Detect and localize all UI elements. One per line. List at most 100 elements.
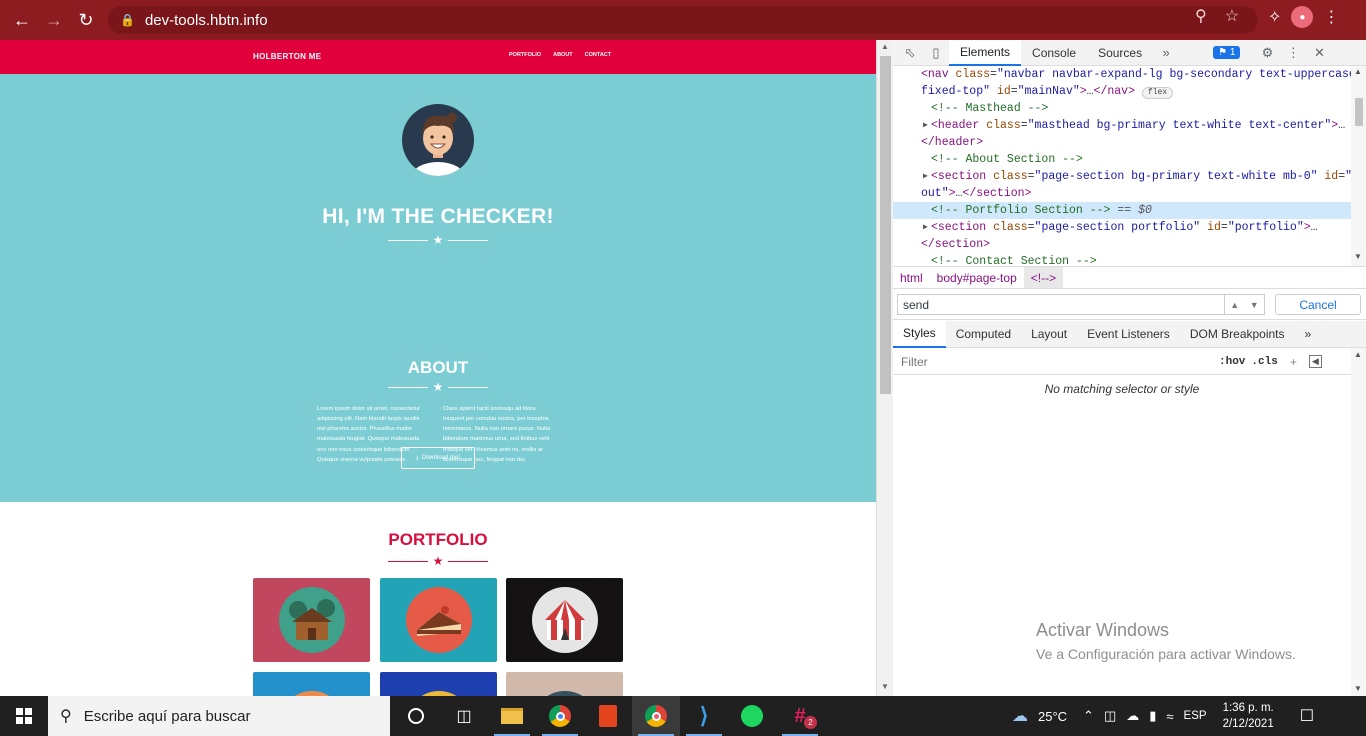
notifications-icon[interactable]: ☐ (1300, 706, 1314, 726)
address-bar[interactable]: 🔒 dev-tools.hbtn.info (108, 6, 1258, 34)
inspect-element-icon[interactable]: ⬁ (897, 40, 923, 66)
expand-triangle-icon[interactable]: ▶ (923, 117, 928, 134)
tab-layout[interactable]: Layout (1021, 321, 1077, 348)
crumb-body[interactable]: body#page-top (930, 267, 1024, 288)
device-toolbar-icon[interactable]: ▯ (923, 40, 949, 66)
cabin-icon (278, 587, 345, 653)
chevron-up-icon[interactable]: ⌃ (1083, 708, 1094, 724)
file-explorer-icon[interactable] (488, 696, 536, 736)
tab-console[interactable]: Console (1021, 40, 1087, 66)
vscode-icon[interactable]: ⟩ (680, 696, 728, 736)
menu-icon[interactable]: ⋮ (1323, 7, 1339, 27)
dom-node-line[interactable]: <!-- Portfolio Section --> == $0 (893, 202, 1366, 219)
cancel-search-button[interactable]: Cancel (1275, 294, 1361, 315)
tab-sources[interactable]: Sources (1087, 40, 1153, 66)
search-next-icon[interactable]: ▼ (1250, 300, 1259, 310)
expand-triangle-icon[interactable]: ▶ (923, 219, 928, 236)
download-button[interactable]: ⤓ Download me! (401, 447, 475, 469)
taskbar-search[interactable]: ⚲ Escribe aquí para buscar (48, 696, 390, 736)
styles-scrollbar[interactable]: ▲ ▼ (1351, 348, 1366, 696)
back-icon[interactable]: ← (6, 4, 38, 36)
crumb-html[interactable]: html (893, 267, 930, 288)
nav-link-about[interactable]: ABOUT (553, 52, 573, 58)
nav-link-portfolio[interactable]: PORTFOLIO (509, 52, 541, 58)
tab-dom-breakpoints[interactable]: DOM Breakpoints (1180, 321, 1295, 348)
extensions-icon[interactable]: ✧ (1268, 7, 1281, 27)
cortana-icon[interactable] (392, 696, 440, 736)
chrome-profile-icon[interactable] (632, 696, 680, 736)
cls-toggle[interactable]: .cls (1251, 356, 1277, 368)
chrome-icon[interactable] (536, 696, 584, 736)
dom-node-line[interactable]: ▶ <header class="masthead bg-primary text… (893, 117, 1366, 134)
reload-icon[interactable]: ↻ (70, 4, 102, 36)
nav-link-contact[interactable]: CONTACT (585, 52, 611, 58)
bookmark-star-icon[interactable]: ☆ (1225, 6, 1239, 26)
portfolio-item-game[interactable] (253, 672, 370, 696)
weather-cloud-icon[interactable]: ☁ (1012, 706, 1028, 726)
scroll-down-icon[interactable]: ▼ (881, 682, 889, 691)
close-devtools-icon[interactable]: ✕ (1306, 40, 1332, 66)
portfolio-item-cabin[interactable] (253, 578, 370, 662)
spotify-icon[interactable] (728, 696, 776, 736)
scroll-up-icon[interactable]: ▲ (1354, 350, 1362, 359)
tab-elements[interactable]: Elements (949, 39, 1022, 66)
more-style-tabs-icon[interactable]: » (1295, 321, 1322, 348)
forward-icon[interactable]: → (38, 4, 70, 36)
battery-icon[interactable]: ▮ (1149, 708, 1156, 724)
scroll-down-icon[interactable]: ▼ (1354, 684, 1362, 693)
language-indicator[interactable]: ESP (1184, 710, 1207, 722)
tab-computed[interactable]: Computed (946, 321, 1021, 348)
tab-event-listeners[interactable]: Event Listeners (1077, 321, 1180, 348)
more-tabs-icon[interactable]: » (1153, 40, 1179, 66)
wifi-icon[interactable]: ≈ (1166, 709, 1173, 724)
settings-gear-icon[interactable]: ⚙ (1254, 40, 1280, 66)
dom-node-line[interactable]: <!-- Contact Section --> (893, 253, 1366, 266)
dom-node-line[interactable]: <!-- About Section --> (893, 151, 1366, 168)
tab-styles[interactable]: Styles (893, 320, 946, 348)
hov-toggle[interactable]: :hov (1219, 356, 1245, 368)
crumb-comment[interactable]: <!--> (1023, 267, 1064, 288)
portfolio-item-cake[interactable] (380, 578, 497, 662)
onedrive-cloud-icon[interactable]: ☁ (1126, 708, 1139, 724)
scroll-down-icon[interactable]: ▼ (1354, 252, 1362, 261)
dom-node-line[interactable]: ▶ <section class="page-section bg-primary… (893, 168, 1366, 185)
meet-now-icon[interactable]: ◫ (1104, 708, 1116, 724)
site-brand[interactable]: HOLBERTON ME (253, 52, 321, 61)
lock-icon: 🔒 (120, 13, 135, 27)
page-scrollbar[interactable]: ▲ ▼ (876, 40, 893, 696)
dom-scrollbar[interactable]: ▲ ▼ (1351, 66, 1366, 266)
styles-filter-input[interactable]: Filter (901, 355, 1213, 369)
dom-node-line[interactable]: <nav class="navbar navbar-expand-lg bg-s… (893, 66, 1366, 83)
dom-node-line[interactable]: </section> (893, 236, 1366, 253)
slack-icon[interactable]: # 2 (776, 696, 824, 736)
add-style-rule-icon[interactable]: + (1290, 355, 1297, 369)
dom-node-line[interactable]: </header> (893, 134, 1366, 151)
dom-node-line[interactable]: out">…</section> (893, 185, 1366, 202)
expand-triangle-icon[interactable]: ▶ (923, 168, 928, 185)
dom-scrollbar-thumb[interactable] (1355, 98, 1363, 126)
dom-node-line[interactable]: fixed-top" id="mainNav">…</nav> flex (893, 83, 1366, 100)
dom-tree[interactable]: <nav class="navbar navbar-expand-lg bg-s… (893, 66, 1366, 266)
office-icon[interactable] (584, 696, 632, 736)
portfolio-item-circus[interactable] (506, 578, 623, 662)
portfolio-item-submarine[interactable] (506, 672, 623, 696)
dom-node-line[interactable]: ▶ <section class="page-section portfolio"… (893, 219, 1366, 236)
clock[interactable]: 1:36 p. m. 2/12/2021 (1223, 700, 1274, 732)
devtools-menu-icon[interactable]: ⋮ (1280, 40, 1306, 66)
zoom-icon[interactable]: ⚲ (1195, 6, 1207, 26)
slack-badge: 2 (804, 716, 817, 729)
issues-badge[interactable]: ⚑ 1 (1213, 46, 1241, 59)
task-view-icon[interactable]: ◫ (440, 696, 488, 736)
page-scrollbar-thumb[interactable] (880, 56, 891, 394)
dom-search-input[interactable]: send (897, 294, 1225, 315)
portfolio-item-safe[interactable] (380, 672, 497, 696)
windows-start-icon[interactable] (0, 696, 48, 736)
scroll-up-icon[interactable]: ▲ (881, 42, 889, 51)
temperature[interactable]: 25°C (1038, 709, 1067, 724)
scroll-up-icon[interactable]: ▲ (1354, 67, 1362, 76)
toggle-sidebar-icon[interactable]: ◀ (1308, 355, 1322, 368)
profile-avatar[interactable]: ● (1291, 6, 1314, 28)
masthead: HI, I'M THE CHECKER! ★ ABOUT ★ Lorem ips… (0, 74, 876, 502)
search-prev-icon[interactable]: ▲ (1230, 300, 1239, 310)
dom-node-line[interactable]: <!-- Masthead --> (893, 100, 1366, 117)
